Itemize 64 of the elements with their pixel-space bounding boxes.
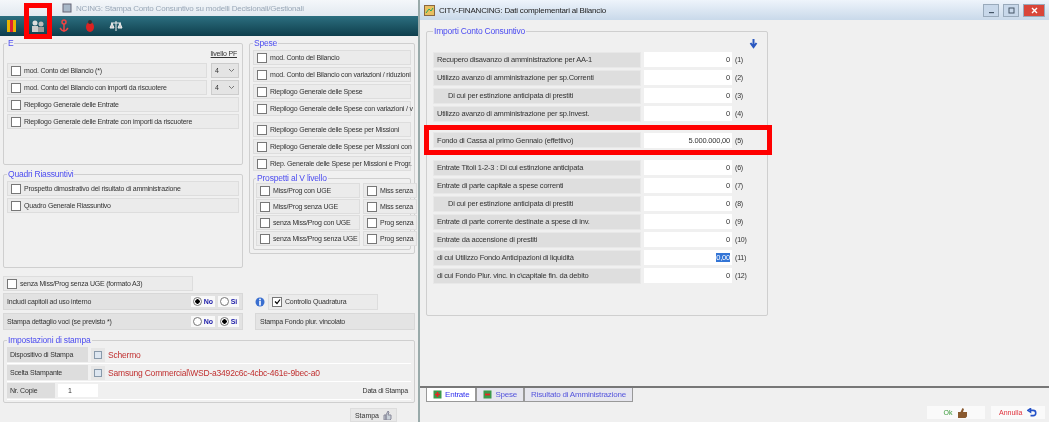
checkbox[interactable] [257,141,267,152]
bug-icon [84,19,96,34]
undo-icon [1027,407,1037,418]
checkbox[interactable] [11,65,21,76]
plus-icon [433,390,442,399]
tab[interactable]: Entrate [426,388,477,402]
app-icon [424,4,435,16]
flag-icon [6,19,18,34]
group-title: Impostazioni di stampa [7,335,92,345]
caret-icon [228,85,235,90]
scale-icon [109,19,123,34]
checkbox[interactable] [260,201,270,212]
group-title: E [7,38,15,48]
checkbox[interactable] [367,201,377,212]
radio-button[interactable] [219,317,229,326]
app-icon [62,3,72,14]
anchor-icon [58,19,70,34]
browse-button[interactable] [91,347,105,362]
checkbox[interactable] [260,185,270,196]
device-value: Schermo [108,349,141,360]
toolbar-button[interactable] [24,3,52,40]
checkbox[interactable] [272,296,282,307]
radio-button[interactable] [192,297,202,306]
checkbox[interactable] [11,183,21,194]
checkbox[interactable] [11,82,21,93]
checkbox[interactable] [367,217,377,228]
tab[interactable]: Risultato di Amministrazione [524,388,633,402]
maximize-icon [1007,6,1015,14]
checkbox[interactable] [11,99,21,110]
group-title: Prospetti al V livello [256,173,328,183]
checkbox[interactable] [367,185,377,196]
checkbox[interactable] [257,69,267,80]
people-icon [31,19,45,34]
checkbox[interactable] [260,217,270,228]
checkbox[interactable] [257,52,267,63]
printer-value: Samsung Commercial\WSD-a3492c6c-4cbc-461e-9bec-a0 [108,367,320,378]
checkbox[interactable] [257,86,267,97]
window-title: NCING: Stampa Conto Consuntivo su modelli Decisionali/Gestionali [76,3,304,13]
window-title: CITY-FINANCING: Dati complementari al Bilancio [439,5,606,15]
thumbs-up-icon [383,410,392,420]
radio-button[interactable] [219,297,229,306]
close-button[interactable] [1023,3,1045,17]
checkbox[interactable] [11,200,21,211]
tab[interactable]: Spese [476,388,525,402]
radio-button[interactable] [192,317,202,326]
caret-icon [228,68,235,73]
close-icon [1030,6,1038,14]
down-arrow-icon[interactable] [748,38,759,49]
checkbox[interactable] [367,233,377,244]
group-title: Quadri Riassuntivi [7,169,75,179]
thumbs-up-icon [957,407,969,418]
info-icon[interactable] [255,296,265,307]
maximize-button[interactable] [1003,3,1019,17]
group-title: Spese [253,38,279,48]
minimize-button[interactable] [983,3,999,17]
checkbox[interactable] [7,278,17,289]
checkbox[interactable] [257,124,267,135]
checkbox[interactable] [11,116,21,127]
browse-button[interactable] [91,365,105,380]
minus-icon [483,390,493,399]
checkbox[interactable] [257,103,267,114]
checkbox[interactable] [260,233,270,244]
checkbox[interactable] [257,158,267,169]
group-title: Importi Conto Consuntivo [433,26,527,36]
